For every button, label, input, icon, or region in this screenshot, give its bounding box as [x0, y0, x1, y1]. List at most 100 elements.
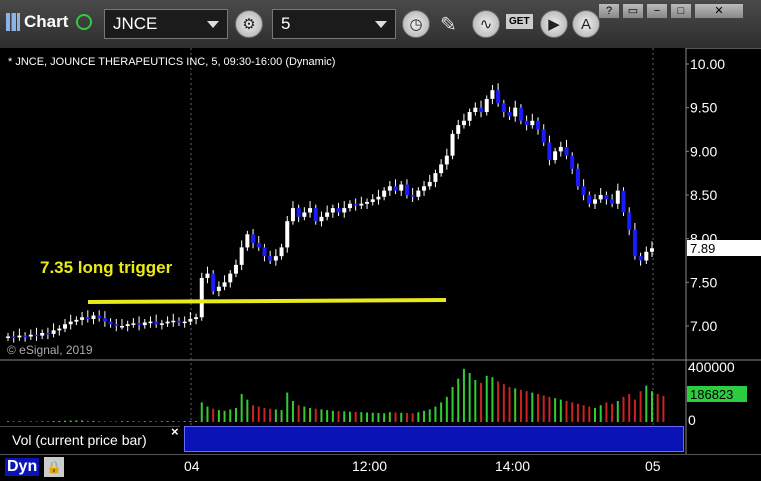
volume-bar [491, 377, 494, 422]
volume-bar [326, 410, 329, 422]
candle-body [347, 203, 352, 209]
volume-bar [445, 396, 448, 422]
candle-body [587, 195, 592, 204]
candle-body [17, 335, 22, 338]
candle-body [302, 212, 307, 217]
candle-body [325, 212, 330, 217]
volume-bar [115, 421, 118, 422]
volume-bar [234, 408, 237, 422]
candle-body [256, 243, 261, 248]
volume-bar [12, 421, 15, 422]
volume-bar [423, 410, 426, 422]
volume-bar [360, 412, 363, 422]
candle-body [199, 277, 204, 318]
volume-bar [576, 403, 579, 422]
candle-body [239, 247, 244, 265]
candle-body [80, 317, 85, 320]
price-chart[interactable]: 10.009.509.008.508.007.507.00 7.89 18682… [0, 0, 761, 480]
candle-body [165, 321, 170, 324]
lock-icon[interactable]: 🔒 [44, 457, 64, 477]
candle-body [484, 98, 489, 113]
volume-bar [314, 408, 317, 422]
candle-body [399, 184, 404, 191]
candle-body [285, 221, 290, 248]
chart-symbol-title: * JNCE, JOUNCE THERAPEUTICS INC, 5, 09:3… [8, 56, 336, 68]
volume-bar [605, 402, 608, 422]
volume-bar [75, 420, 78, 422]
volume-axis-zero: 0 [688, 412, 696, 428]
candle-body [387, 186, 392, 191]
volume-bar [206, 406, 209, 422]
candle-body [553, 151, 558, 161]
volume-bar [172, 421, 175, 422]
candle-body [638, 256, 643, 261]
volume-bar [434, 406, 437, 422]
volume-bar [383, 413, 386, 422]
volume-bar [331, 410, 334, 422]
volume-bar [229, 409, 232, 422]
volume-bar [138, 421, 141, 422]
candle-body [245, 234, 250, 248]
candle-body [513, 107, 518, 117]
volume-bar [143, 421, 146, 422]
candle-body [644, 251, 649, 261]
volume-bar [41, 421, 44, 422]
volume-bar [7, 421, 9, 422]
volume-bar [86, 420, 89, 422]
volume-close-icon[interactable]: × [171, 424, 179, 439]
candle-body [376, 196, 381, 200]
volume-bar [388, 412, 391, 422]
candle-body [621, 190, 626, 213]
candle-body [34, 334, 39, 337]
candle-body [102, 318, 107, 322]
volume-bar [18, 421, 21, 422]
candle-body [479, 107, 484, 113]
candle-body [359, 203, 364, 206]
candle-body [530, 120, 535, 126]
candle-body [632, 229, 637, 257]
candle-body [496, 90, 501, 104]
volume-bar [246, 399, 249, 422]
dynamic-mode-button[interactable]: Dyn [5, 458, 40, 476]
volume-bar [548, 396, 551, 422]
candle-body [473, 107, 478, 113]
volume-bar [63, 420, 66, 422]
candle-body [137, 323, 142, 326]
volume-bar [377, 413, 380, 422]
volume-bar [69, 420, 72, 422]
candle-body [290, 208, 295, 222]
candle-body [490, 90, 495, 99]
volume-bar [343, 411, 346, 422]
candle-body [176, 320, 181, 323]
candle-body [194, 317, 199, 320]
volume-study-label[interactable]: Vol (current price bar) [0, 426, 180, 452]
candle-body [404, 184, 409, 195]
candle-body [610, 199, 615, 204]
volume-bar [92, 420, 95, 422]
candle-body [28, 334, 33, 337]
volume-bar [24, 421, 27, 422]
candle-body [40, 332, 45, 336]
volume-bar [98, 421, 101, 422]
candle-body [461, 120, 466, 126]
candle-body [279, 247, 284, 257]
candle-body [370, 199, 375, 202]
candle-body [159, 323, 164, 325]
candle-body [216, 286, 221, 292]
volume-bar [457, 378, 460, 422]
volume-bar [599, 405, 602, 422]
candle-body [627, 212, 632, 230]
volume-bar [611, 403, 614, 422]
volume-bar [417, 412, 420, 422]
volume-bar [160, 421, 163, 422]
volume-bar [109, 421, 112, 422]
candle-body [182, 321, 187, 324]
price-axis: 10.009.509.008.508.007.507.00 [686, 56, 725, 334]
volume-bar [571, 402, 574, 422]
candle-body [410, 195, 415, 197]
volume-bar [485, 375, 488, 422]
candle-body [131, 323, 136, 325]
candle-body [171, 320, 176, 323]
volume-bar [348, 411, 351, 422]
volume-bar [81, 420, 84, 422]
